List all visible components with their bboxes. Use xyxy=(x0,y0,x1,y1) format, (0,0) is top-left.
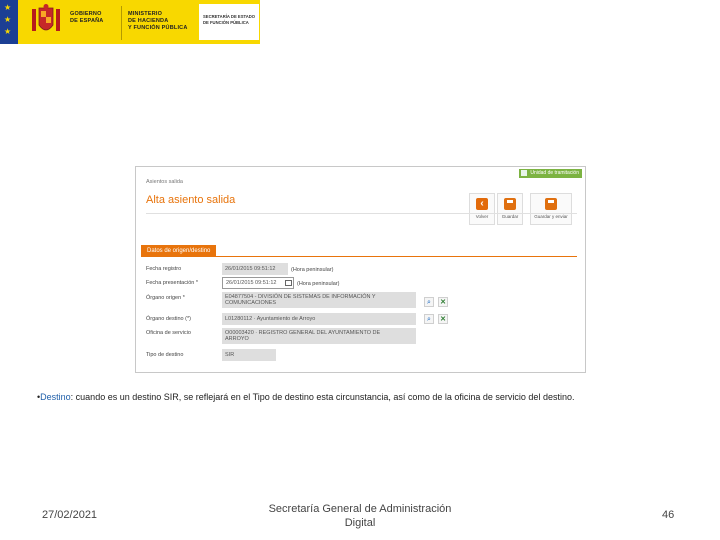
save-disk-icon xyxy=(504,198,516,210)
header-divider xyxy=(121,6,122,40)
save-and-send-button[interactable]: Guardar y enviar xyxy=(530,193,572,225)
destination-clear-button[interactable]: ✕ xyxy=(438,314,448,324)
government-header-banner: ★ ★ ★ GOBIERNO DE ESPAÑA MINISTERIO DE H… xyxy=(0,0,260,44)
destination-type-field: SIR xyxy=(222,349,276,361)
destination-search-button[interactable]: ⌕ xyxy=(424,314,434,324)
caption-text: : cuando es un destino SIR, se reflejará… xyxy=(70,392,575,402)
footer-organization: Secretaría General de Administración Dig… xyxy=(260,502,460,530)
ministry-line: MINISTERIO xyxy=(128,11,163,17)
eu-star-icon: ★ xyxy=(4,3,12,12)
ministry-line: DE HACIENDA xyxy=(128,18,169,24)
page-number: 46 xyxy=(662,509,675,521)
search-icon: ⌕ xyxy=(427,299,431,306)
origin-body-value-line: COMUNICACIONES xyxy=(225,300,277,306)
origin-clear-button[interactable]: ✕ xyxy=(438,297,448,307)
page-title: Alta asiento salida xyxy=(146,194,236,206)
eu-star-icon: ★ xyxy=(4,27,12,36)
tab-underline xyxy=(141,256,577,257)
save-label: Guardar xyxy=(501,214,519,219)
government-name: GOBIERNO DE ESPAÑA xyxy=(70,11,103,25)
presentation-date-note: (Hora peninsular) xyxy=(297,281,340,287)
save-button[interactable]: Guardar xyxy=(497,193,523,225)
destination-body-label: Órgano destino (*) xyxy=(146,316,191,322)
service-office-field: O00003420 · REGISTRO GENERAL DEL AYUNTAM… xyxy=(222,328,416,344)
chevron-left-icon: ‹ xyxy=(476,198,488,210)
service-office-label: Oficina de servicio xyxy=(146,330,191,336)
secretariat-name: SECRETARÍA DE ESTADO DE FUNCIÓN PÚBLICA xyxy=(203,14,255,26)
secretariat-box: SECRETARÍA DE ESTADO DE FUNCIÓN PÚBLICA xyxy=(199,4,259,40)
registration-date-field: 26/01/2015 09:51:12 xyxy=(222,263,288,275)
registration-date-label: Fecha registro xyxy=(146,266,182,272)
back-button[interactable]: ‹ Volver xyxy=(469,193,495,225)
breadcrumb[interactable]: Asientos salida xyxy=(146,179,183,185)
calendar-icon[interactable] xyxy=(285,280,292,286)
close-icon: ✕ xyxy=(440,299,446,306)
destination-body-field: L01280112 · Ayuntamiento de Arroyo xyxy=(222,313,416,325)
close-icon: ✕ xyxy=(440,316,446,323)
destination-type-label: Tipo de destino xyxy=(146,352,184,358)
origin-body-field: E04877504 - DIVISIÓN DE SISTEMAS DE INFO… xyxy=(222,292,416,308)
presentation-date-label: Fecha presentación * xyxy=(146,280,198,286)
coat-of-arms-icon xyxy=(32,4,60,31)
origin-search-button[interactable]: ⌕ xyxy=(424,297,434,307)
footer-organization-line: Secretaría General de Administración xyxy=(268,503,452,515)
government-line: DE ESPAÑA xyxy=(70,18,104,24)
secretariat-line: DE FUNCIÓN PÚBLICA xyxy=(203,20,249,25)
registration-date-note: (Hora peninsular) xyxy=(291,267,334,273)
app-screenshot: Unidad de tramitación Asientos salida Al… xyxy=(135,166,586,373)
unit-icon xyxy=(521,170,528,176)
back-label: Volver xyxy=(475,214,489,219)
presentation-date-input[interactable]: 26/01/2015 09:51:12 xyxy=(222,277,294,289)
processing-unit-label: Unidad de tramitación xyxy=(530,170,579,176)
search-icon: ⌕ xyxy=(427,316,431,323)
caption-keyword: Destino xyxy=(40,392,71,402)
eu-flag-strip: ★ ★ ★ xyxy=(0,0,18,44)
title-divider xyxy=(146,213,577,214)
origin-body-label: Órgano origen * xyxy=(146,295,185,301)
save-and-send-label: Guardar y enviar xyxy=(534,214,568,219)
eu-star-icon: ★ xyxy=(4,15,12,24)
government-line: GOBIERNO xyxy=(70,11,102,17)
service-office-value-line: ARROYO xyxy=(225,336,249,342)
ministry-name: MINISTERIO DE HACIENDA Y FUNCIÓN PÚBLICA xyxy=(128,11,188,32)
footer-date: 27/02/2021 xyxy=(42,509,98,521)
save-send-disk-icon xyxy=(545,198,557,210)
ministry-line: Y FUNCIÓN PÚBLICA xyxy=(128,25,188,31)
slide-caption: •Destino: cuando es un destino SIR, se r… xyxy=(37,392,697,402)
presentation-date-value: 26/01/2015 09:51:12 xyxy=(226,280,277,286)
footer-organization-line: Digital xyxy=(344,517,376,529)
processing-unit-link[interactable]: Unidad de tramitación xyxy=(519,169,582,178)
